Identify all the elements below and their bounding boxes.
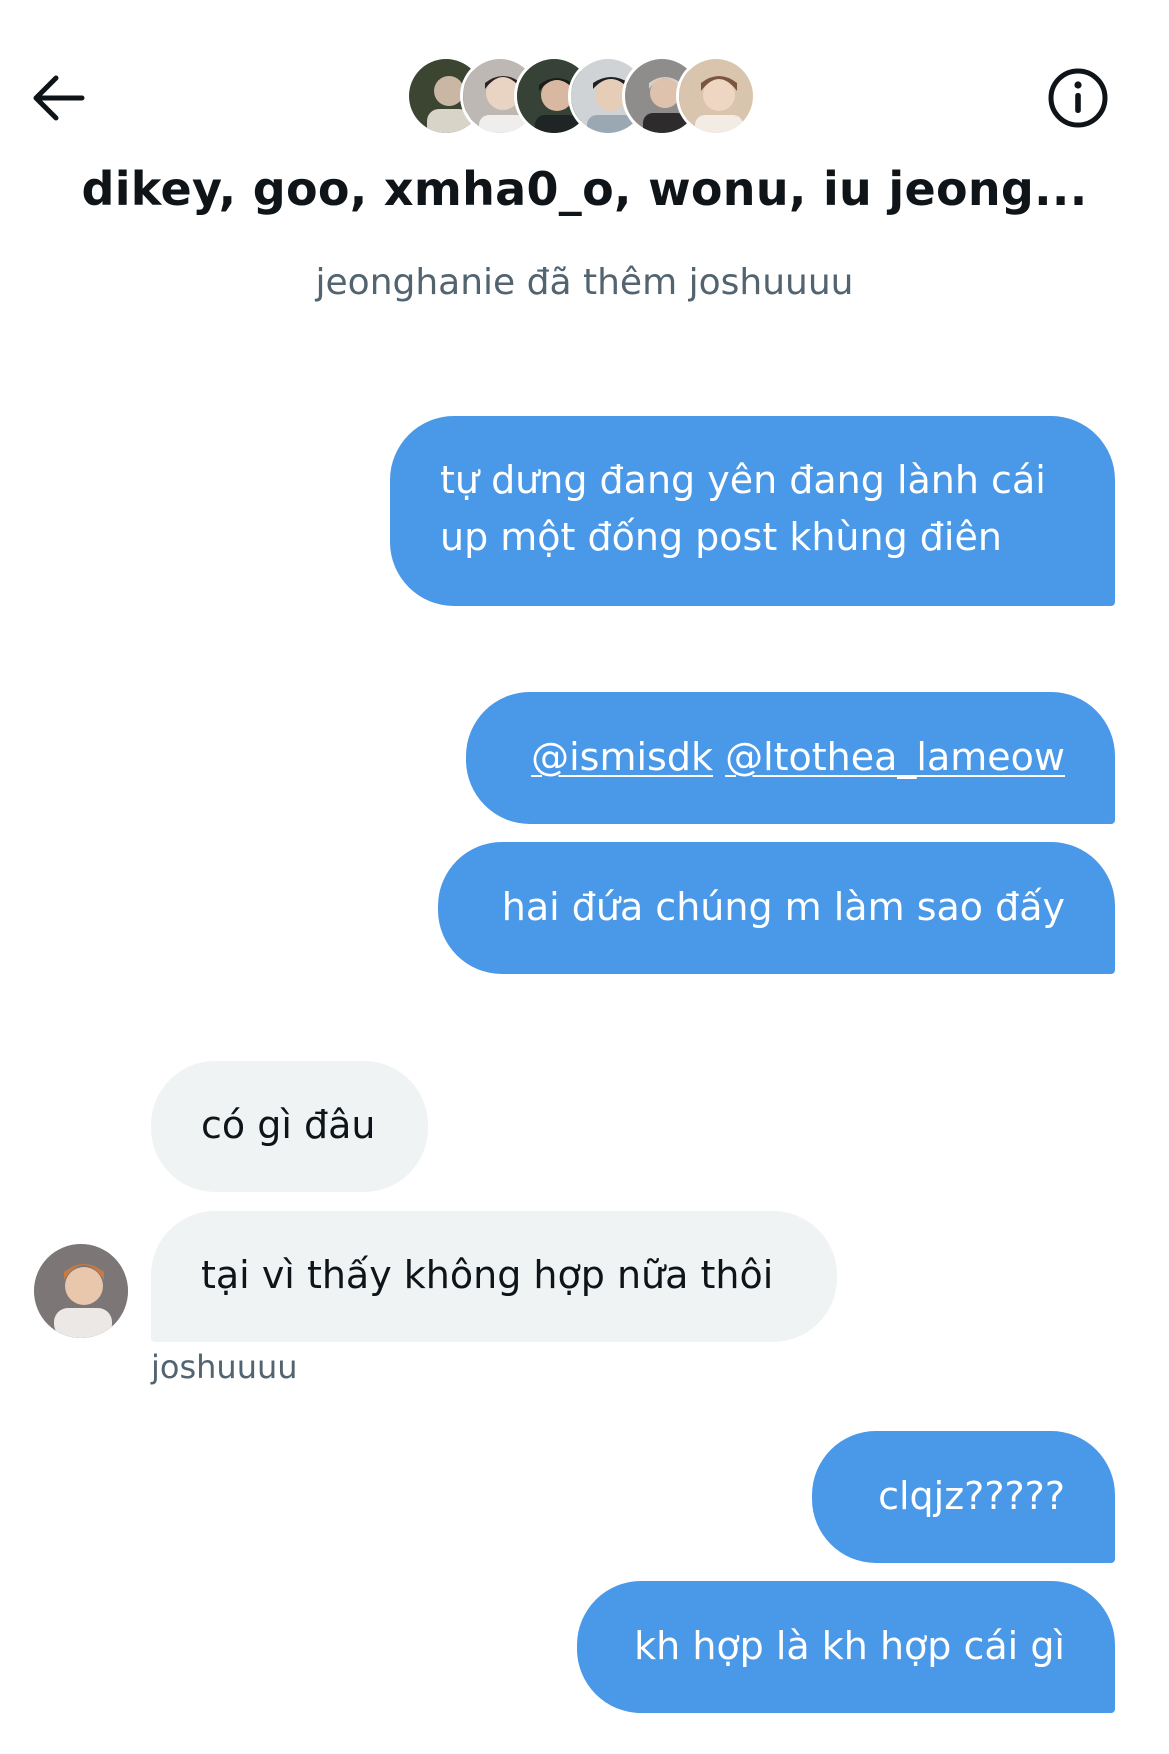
mention-link[interactable]: @ismisdk [531,735,713,779]
conversation-title[interactable]: dikey, goo, xmha0_o, wonu, iu jeong... [0,162,1169,216]
incoming-message[interactable]: tại vì thấy không hợp nữa thôi [151,1211,837,1342]
message-text: kh hợp là kh hợp cái gì [634,1624,1065,1668]
system-message: jeonghanie đã thêm joshuuuu [315,262,854,303]
outgoing-message[interactable]: kh hợp là kh hợp cái gì [577,1581,1115,1713]
back-button[interactable] [30,66,86,122]
conversation-info-button[interactable] [1046,66,1110,130]
incoming-message[interactable]: có gì đâu [151,1061,428,1192]
info-circle-icon [1048,68,1108,128]
message-line: up một đống post khùng điên [440,515,1002,559]
message-text: hai đứa chúng m làm sao đấy [501,885,1065,929]
message-text: clqjz????? [878,1474,1065,1518]
message-text: tại vì thấy không hợp nữa thôi [201,1253,774,1297]
sender-avatar[interactable] [34,1244,128,1338]
outgoing-message[interactable]: clqjz????? [812,1431,1115,1563]
mention-link[interactable]: @ltothea_lameow [725,735,1065,779]
message-text: có gì đâu [201,1103,376,1147]
outgoing-message: @ismisdk @ltothea_lameow [466,692,1115,824]
group-avatars[interactable] [406,56,756,136]
sender-name[interactable]: joshuuuu [151,1348,298,1386]
message-line: tự dưng đang yên đang lành cái [440,458,1046,502]
arrow-left-icon [33,75,85,121]
outgoing-message[interactable]: hai đứa chúng m làm sao đấy [438,842,1115,974]
member-avatar [676,56,756,136]
outgoing-message[interactable]: tự dưng đang yên đang lành cái up một đố… [390,416,1115,606]
